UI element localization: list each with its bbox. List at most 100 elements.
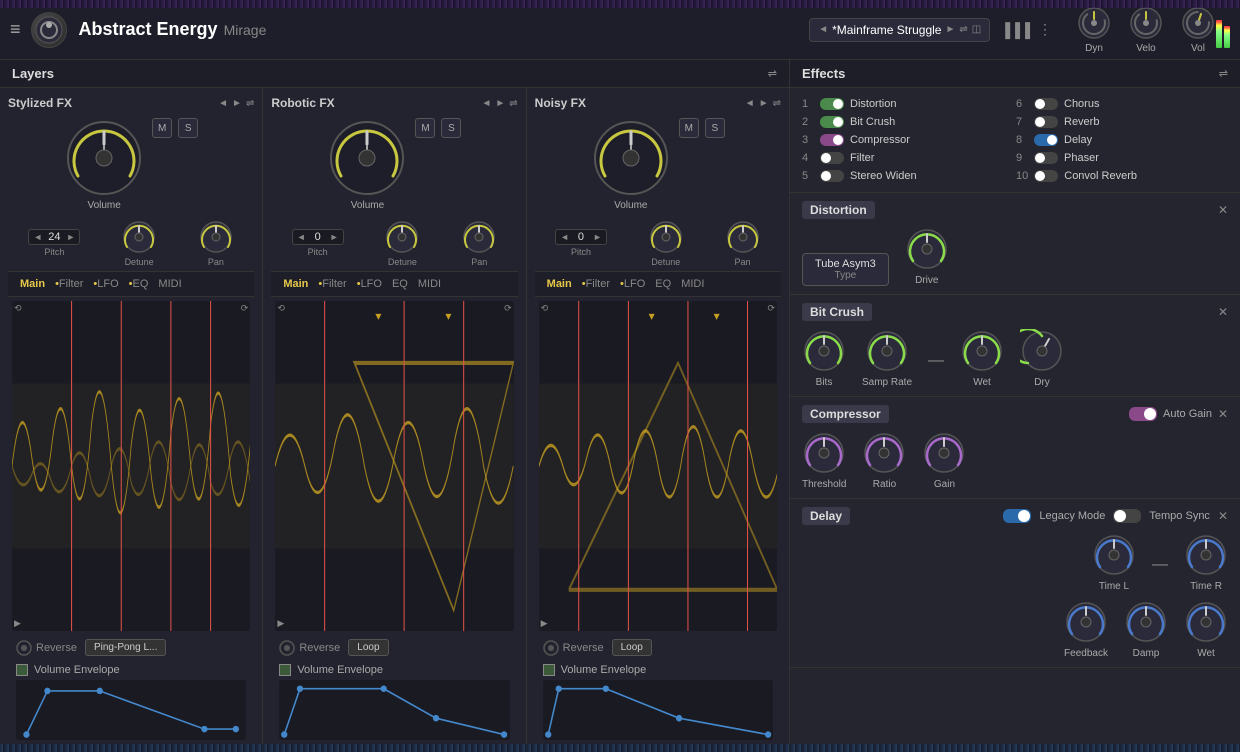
effect-toggle-filter[interactable] [820,152,844,164]
layer-2-detune-knob[interactable] [384,219,420,255]
bitcrush-dry-knob[interactable] [1020,329,1064,373]
compressor-close-icon[interactable]: ✕ [1218,407,1228,421]
effect-item-reverb[interactable]: 7 Reverb [1016,114,1228,130]
effect-toggle-bitcrush[interactable] [820,116,844,128]
delay-timel-knob[interactable] [1092,533,1136,577]
bitcrush-wet-knob[interactable] [960,329,1004,373]
layers-shuffle-icon[interactable]: ⇌ [768,67,777,80]
effect-toggle-phaser[interactable] [1034,152,1058,164]
effect-toggle-distortion[interactable] [820,98,844,110]
effect-item-convol-reverb[interactable]: 10 Convol Reverb [1016,168,1228,184]
layer-2-vol-env-graph[interactable] [279,680,509,740]
compressor-threshold-knob[interactable] [802,431,846,475]
layer-2-nav[interactable]: ◄ ► ⇌ [481,98,517,109]
menu-icon[interactable]: ≡ [10,19,21,40]
layer-1-pitch-next[interactable]: ► [66,232,75,242]
effect-item-phaser[interactable]: 9 Phaser [1016,150,1228,166]
layer-1-tab-lfo[interactable]: •LFO [89,276,122,292]
effect-item-chorus[interactable]: 6 Chorus [1016,96,1228,112]
effect-item-bitcrush[interactable]: 2 Bit Crush [802,114,1014,130]
layer-2-tab-eq[interactable]: EQ [388,276,412,292]
layer-1-next[interactable]: ► [232,98,242,109]
layer-1-detune-knob[interactable] [121,219,157,255]
layer-2-waveform[interactable]: ▶ ⟲ ⟳ ▾ ▾ [275,301,513,631]
layer-3-waveform[interactable]: ▶ ⟲ ⟳ ▾ ▾ [539,301,777,631]
effects-shuffle-icon[interactable]: ⇌ [1219,67,1228,80]
preset-next-icon[interactable]: ► [945,24,955,35]
effect-item-distortion[interactable]: 1 Distortion [802,96,1014,112]
layer-3-play-icon[interactable]: ▶ [541,618,548,629]
bars-icon[interactable]: ▐▐▐ [1000,22,1030,38]
layer-1-waveform[interactable]: ▶ ⟲ ⟳ [12,301,250,631]
layer-2-loop-start[interactable]: ⟲ [277,303,285,314]
delay-feedback-knob[interactable] [1064,600,1108,644]
effect-toggle-reverb[interactable] [1034,116,1058,128]
layer-3-vol-env-check[interactable] [543,664,555,676]
layer-3-volume-knob[interactable] [591,118,671,198]
layer-2-loop-end[interactable]: ⟳ [504,303,512,314]
layer-2-s-btn[interactable]: S [441,118,461,138]
layer-1-prev[interactable]: ◄ [218,98,228,109]
effect-toggle-chorus[interactable] [1034,98,1058,110]
layer-1-nav[interactable]: ◄ ► ⇌ [218,98,254,109]
layer-3-tab-midi[interactable]: MIDI [677,276,708,292]
effect-toggle-convol-reverb[interactable] [1034,170,1058,182]
layer-2-volume-knob[interactable] [327,118,407,198]
layer-3-m-btn[interactable]: M [679,118,699,138]
layer-3-loop-btn[interactable]: Loop [612,639,652,656]
layer-3-reverse[interactable]: Reverse [543,640,604,656]
legacy-mode-toggle[interactable] [1003,509,1031,523]
layer-1-loop-btn[interactable]: Ping-Pong L... [85,639,166,656]
compressor-ratio-knob[interactable] [862,431,906,475]
layer-3-detune-knob[interactable] [648,219,684,255]
layer-1-loop-end[interactable]: ⟳ [241,303,249,314]
effect-item-delay[interactable]: 8 Delay [1016,132,1228,148]
layer-1-play-icon[interactable]: ▶ [14,618,21,629]
layer-1-pitch-prev[interactable]: ◄ [33,232,42,242]
delay-close-icon[interactable]: ✕ [1218,509,1228,523]
layer-2-m-btn[interactable]: M [415,118,435,138]
layer-3-pitch-stepper[interactable]: ◄ 0 ► [555,229,607,245]
layer-3-tab-eq[interactable]: EQ [651,276,675,292]
layer-1-tab-midi[interactable]: MIDI [154,276,185,292]
layer-1-shuffle[interactable]: ⇌ [246,98,254,109]
layer-3-loop-end[interactable]: ⟳ [767,303,775,314]
layer-1-reverse[interactable]: Reverse [16,640,77,656]
layer-2-pitch-stepper[interactable]: ◄ 0 ► [292,229,344,245]
delay-wet-knob[interactable] [1184,600,1228,644]
layer-3-nav[interactable]: ◄ ► ⇌ [745,98,781,109]
layer-3-pan-knob[interactable] [725,219,761,255]
dots-icon[interactable]: ⋮ [1038,21,1052,38]
effect-item-compressor[interactable]: 3 Compressor [802,132,1014,148]
effect-toggle-delay[interactable] [1034,134,1058,146]
layer-3-tab-main[interactable]: Main [543,276,576,292]
layer-3-tab-filter[interactable]: •Filter [578,276,614,292]
layer-2-tab-filter[interactable]: •Filter [314,276,350,292]
distortion-type-box[interactable]: Tube Asym3 Type [802,253,889,286]
layer-3-loop-start[interactable]: ⟲ [541,303,549,314]
bitcrush-close-icon[interactable]: ✕ [1218,305,1228,319]
effect-item-stereo-widen[interactable]: 5 Stereo Widen [802,168,1014,184]
dyn-knob[interactable] [1076,5,1112,41]
layer-1-vol-env-check[interactable] [16,664,28,676]
layer-2-vol-env-check[interactable] [279,664,291,676]
layer-2-pan-knob[interactable] [461,219,497,255]
layer-1-vol-env-graph[interactable] [16,680,246,740]
layer-2-pitch-next[interactable]: ► [330,232,339,242]
distortion-drive-knob[interactable] [905,227,949,271]
layer-2-prev[interactable]: ◄ [481,98,491,109]
preset-save-icon[interactable]: ◫ [972,24,981,35]
layer-3-vol-env-graph[interactable] [543,680,773,740]
preset-prev-icon[interactable]: ◄ [818,24,828,35]
layer-2-tab-main[interactable]: Main [279,276,312,292]
distortion-close-icon[interactable]: ✕ [1218,203,1228,217]
compressor-gain-knob[interactable] [922,431,966,475]
auto-gain-toggle[interactable] [1129,407,1157,421]
layer-1-s-btn[interactable]: S [178,118,198,138]
layer-3-pitch-prev[interactable]: ◄ [560,232,569,242]
layer-1-pan-knob[interactable] [198,219,234,255]
layer-2-tab-midi[interactable]: MIDI [414,276,445,292]
layer-3-s-btn[interactable]: S [705,118,725,138]
preset-shuffle-icon[interactable]: ⇌ [959,24,967,35]
layer-3-tab-lfo[interactable]: •LFO [616,276,649,292]
